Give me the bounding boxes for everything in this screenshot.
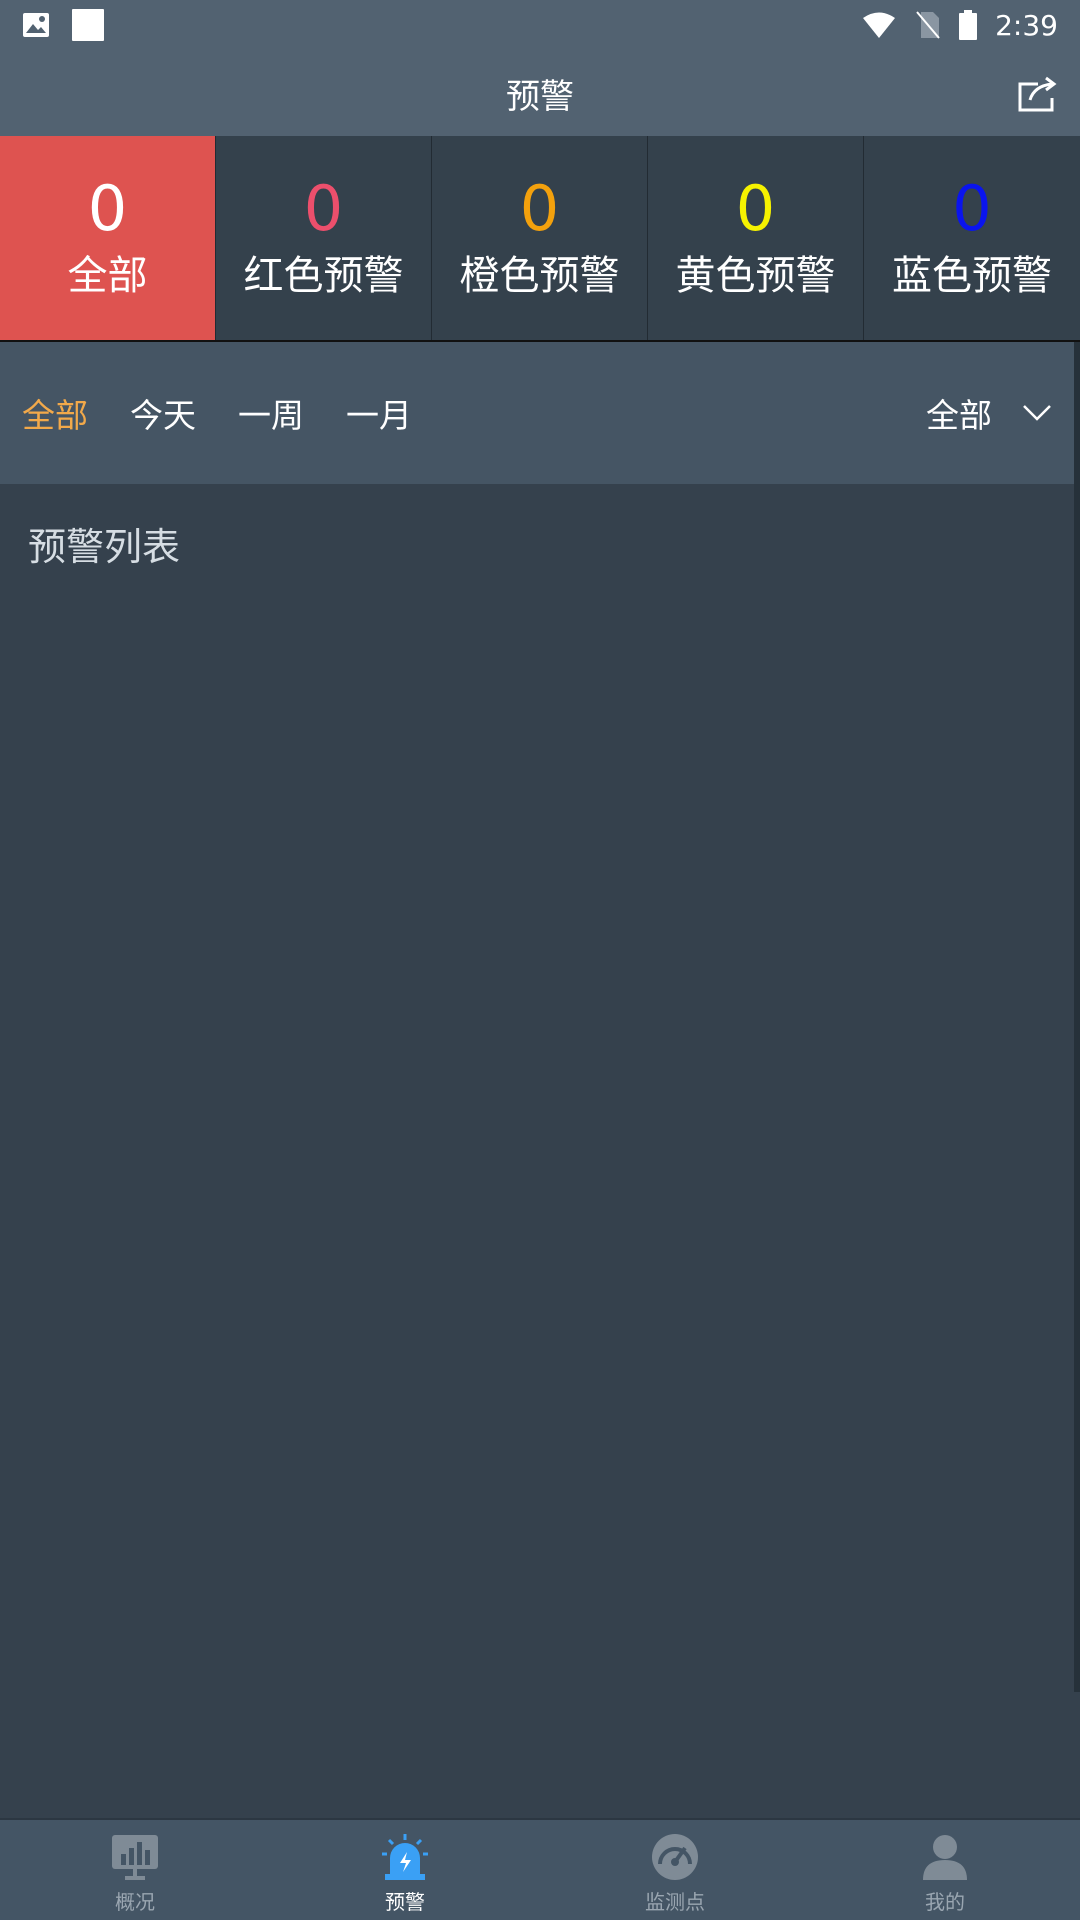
- tab-month[interactable]: 一月: [346, 389, 412, 437]
- stat-count: 0: [952, 172, 992, 245]
- stat-tile-all[interactable]: 0 全部: [0, 136, 216, 340]
- alert-list-title: 预警列表: [28, 525, 181, 569]
- app-bar: 预警: [0, 50, 1080, 136]
- tab-today[interactable]: 今天: [130, 389, 196, 437]
- status-bar: 2:39: [0, 0, 1080, 50]
- tab-all[interactable]: 全部: [22, 389, 88, 437]
- scrollbar[interactable]: [1074, 342, 1080, 1692]
- nav-item-alerts[interactable]: 预警: [270, 1820, 540, 1920]
- nav-label: 预警: [385, 1890, 425, 1914]
- battery-icon: [959, 10, 978, 40]
- stat-count: 0: [735, 172, 776, 245]
- user-icon: [923, 1835, 967, 1880]
- nav-label: 监测点: [645, 1890, 705, 1914]
- stat-tile-yellow[interactable]: 0 黄色预警: [648, 136, 864, 340]
- time-filter-tabs: 全部 今天 一周 一月: [22, 389, 412, 437]
- stat-label: 黄色预警: [675, 253, 836, 299]
- share-button[interactable]: [1012, 68, 1064, 120]
- nav-item-overview[interactable]: 概况: [0, 1820, 270, 1920]
- gauge-icon: [652, 1834, 698, 1880]
- bottom-nav: 概况 预警 监测点 我的: [0, 1818, 1080, 1920]
- tab-week[interactable]: 一周: [238, 389, 304, 437]
- chart-icon: [112, 1835, 158, 1880]
- notification-square-icon: [72, 9, 104, 41]
- status-time: 2:39: [995, 8, 1058, 42]
- alarm-icon: [382, 1834, 428, 1880]
- stat-label: 蓝色预警: [892, 253, 1052, 299]
- nav-label: 我的: [925, 1890, 965, 1914]
- chevron-down-icon: [1023, 405, 1051, 421]
- stat-count: 0: [87, 172, 128, 245]
- page-title: 预警: [506, 76, 574, 117]
- share-icon: [1018, 76, 1057, 112]
- stat-label: 全部: [67, 253, 148, 299]
- nav-item-monitor-points[interactable]: 监测点: [540, 1820, 810, 1920]
- stat-label: 红色预警: [243, 253, 404, 299]
- nav-item-profile[interactable]: 我的: [810, 1820, 1080, 1920]
- image-icon: [23, 13, 49, 37]
- no-sim-icon: [916, 11, 940, 39]
- wifi-icon: [863, 12, 896, 38]
- stat-count: 0: [303, 172, 344, 245]
- stat-tile-red[interactable]: 0 红色预警: [216, 136, 432, 340]
- stat-tile-orange[interactable]: 0 橙色预警: [432, 136, 648, 340]
- dropdown-value: 全部: [926, 396, 992, 435]
- stat-tile-blue[interactable]: 0 蓝色预警: [864, 136, 1080, 340]
- nav-label: 概况: [115, 1890, 155, 1914]
- level-dropdown[interactable]: 全部: [926, 389, 1052, 437]
- stat-count: 0: [519, 172, 560, 245]
- filter-bar: 全部 今天 一周 一月 全部: [0, 342, 1074, 484]
- stat-label: 橙色预警: [459, 253, 620, 299]
- alert-stats: 0 全部 0 红色预警 0 橙色预警 0 黄色预警 0 蓝色预警: [0, 136, 1080, 342]
